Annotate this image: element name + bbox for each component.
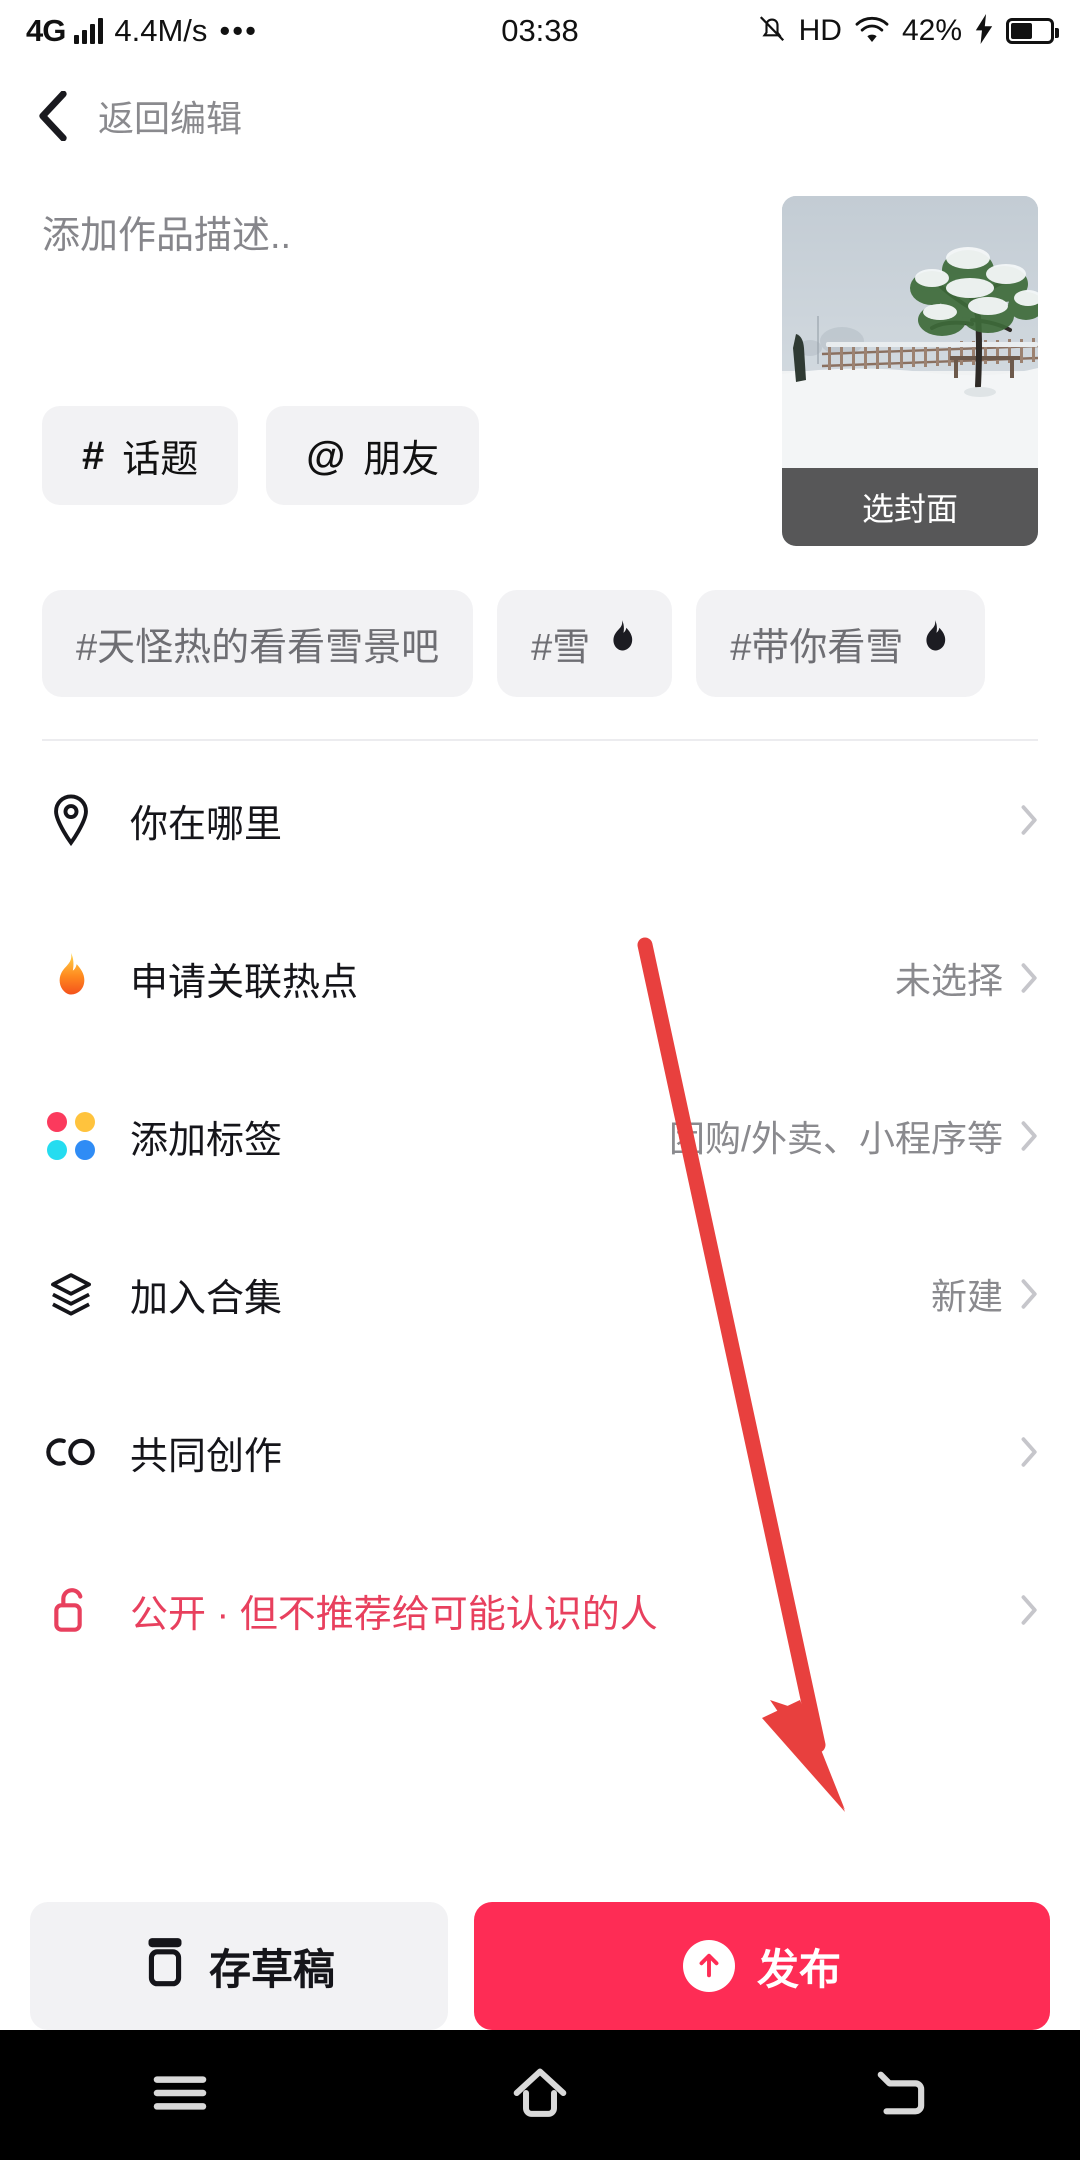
mute-bell-icon	[757, 12, 787, 51]
bottom-action-bar: 存草稿 发布	[0, 1902, 1080, 2030]
co-create-icon	[42, 1432, 100, 1472]
suggested-tag[interactable]: #天怪热的看看雪景吧	[42, 590, 474, 697]
topic-chip-button[interactable]: # 话题	[42, 406, 239, 505]
suggested-tag[interactable]: #带你看雪	[696, 590, 986, 697]
layers-icon	[42, 1271, 100, 1317]
menu-row-right: 团购/外卖、小程序等	[669, 1110, 1038, 1162]
menu-icon	[151, 2070, 209, 2121]
upload-arrow-icon	[682, 1940, 735, 1992]
menu-row-add-tag[interactable]: 添加标签 团购/外卖、小程序等	[42, 1057, 1038, 1215]
status-bar-left: 4G 4.4M/s •••	[26, 13, 258, 49]
home-icon	[512, 2066, 568, 2125]
chevron-right-icon	[1021, 1121, 1038, 1151]
charging-bolt-icon	[974, 13, 994, 49]
menu-value: 新建	[930, 1276, 1003, 1317]
menu-label: 共同创作	[130, 1435, 283, 1478]
compose-area: 添加作品描述.. # 话题 @ 朋友 选封面	[0, 170, 1080, 546]
description-input[interactable]: 添加作品描述..	[42, 196, 762, 366]
menu-label: 公开 · 但不推荐给可能认识的人	[130, 1593, 658, 1636]
menu-row-hotspot[interactable]: 申请关联热点 未选择	[42, 899, 1038, 1057]
suggested-tag-label: #天怪热的看看雪景吧	[76, 627, 440, 669]
menu-label: 加入合集	[130, 1277, 283, 1320]
battery-percent-label: 42%	[901, 14, 962, 47]
friend-chip-label: 朋友	[363, 439, 440, 481]
back-arrow-icon[interactable]	[38, 90, 68, 142]
options-list: 你在哪里 申请关联热点 未选择 添加标签 团购/外卖、小程序等 加入合集 新建 …	[0, 741, 1080, 1689]
hash-icon: #	[82, 433, 105, 478]
signal-strength-icon	[74, 18, 104, 44]
menu-row-privacy[interactable]: 公开 · 但不推荐给可能认识的人	[42, 1531, 1038, 1689]
draft-box-icon	[143, 1935, 187, 1997]
nav-home-button[interactable]	[360, 2066, 720, 2125]
chevron-right-icon	[1021, 1595, 1038, 1625]
menu-row-location[interactable]: 你在哪里	[42, 741, 1038, 899]
menu-value: 团购/外卖、小程序等	[668, 1118, 1003, 1159]
unlock-icon	[42, 1585, 100, 1635]
flame-icon	[606, 620, 638, 667]
chevron-right-icon	[1021, 1279, 1038, 1309]
friend-chip-button[interactable]: @ 朋友	[266, 406, 480, 505]
status-bar-right: HD 42%	[757, 12, 1059, 51]
battery-icon	[1006, 18, 1059, 44]
cover-thumbnail[interactable]: 选封面	[782, 196, 1038, 546]
flame-icon	[919, 620, 951, 667]
menu-row-right	[1021, 1595, 1038, 1625]
suggested-tag-label: #雪	[531, 627, 591, 669]
compose-left-column: 添加作品描述.. # 话题 @ 朋友	[42, 196, 762, 546]
publish-label: 发布	[756, 1945, 841, 1993]
menu-row-right: 未选择	[895, 952, 1038, 1004]
select-cover-label: 选封面	[861, 491, 958, 527]
wifi-icon	[854, 14, 890, 49]
menu-row-collection[interactable]: 加入合集 新建	[42, 1215, 1038, 1373]
chevron-right-icon	[1021, 963, 1038, 993]
back-to-edit-label[interactable]: 返回编辑	[98, 90, 242, 142]
menu-row-right	[1021, 805, 1038, 835]
dot-grid-icon	[42, 1112, 100, 1160]
status-bar: 4G 4.4M/s ••• 03:38 HD 42%	[0, 0, 1080, 62]
suggested-tags-row[interactable]: #天怪热的看看雪景吧 #雪 #带你看雪	[0, 546, 1080, 697]
nav-recents-button[interactable]	[0, 2070, 360, 2121]
network-type-label: 4G	[26, 13, 66, 48]
nav-back-button[interactable]	[720, 2068, 1080, 2123]
suggested-tag[interactable]: #雪	[497, 590, 673, 697]
network-speed-label: 4.4M/s	[114, 13, 208, 48]
chevron-right-icon	[1021, 805, 1038, 835]
menu-row-right: 新建	[931, 1268, 1038, 1320]
page-header: 返回编辑	[0, 62, 1080, 170]
menu-label: 申请关联热点	[130, 961, 359, 1004]
at-icon: @	[306, 433, 346, 478]
suggested-tag-label: #带你看雪	[730, 627, 904, 669]
menu-row-co-create[interactable]: 共同创作	[42, 1373, 1038, 1531]
menu-row-right	[1021, 1437, 1038, 1467]
compose-chip-row: # 话题 @ 朋友	[42, 406, 762, 505]
chevron-right-icon	[1021, 1437, 1038, 1467]
publish-button[interactable]: 发布	[474, 1902, 1050, 2030]
status-overflow-icon: •••	[219, 13, 258, 48]
menu-label: 你在哪里	[130, 803, 283, 846]
back-icon	[873, 2068, 927, 2123]
menu-value: 未选择	[894, 960, 1003, 1001]
select-cover-button[interactable]: 选封面	[782, 468, 1038, 546]
save-draft-button[interactable]: 存草稿	[30, 1902, 448, 2030]
hd-label: HD	[798, 14, 842, 47]
save-draft-label: 存草稿	[208, 1945, 335, 1993]
topic-chip-label: 话题	[122, 439, 199, 481]
menu-label: 添加标签	[130, 1119, 283, 1162]
flame-icon	[42, 953, 100, 1003]
android-nav-bar	[0, 2030, 1080, 2160]
location-pin-icon	[42, 794, 100, 846]
